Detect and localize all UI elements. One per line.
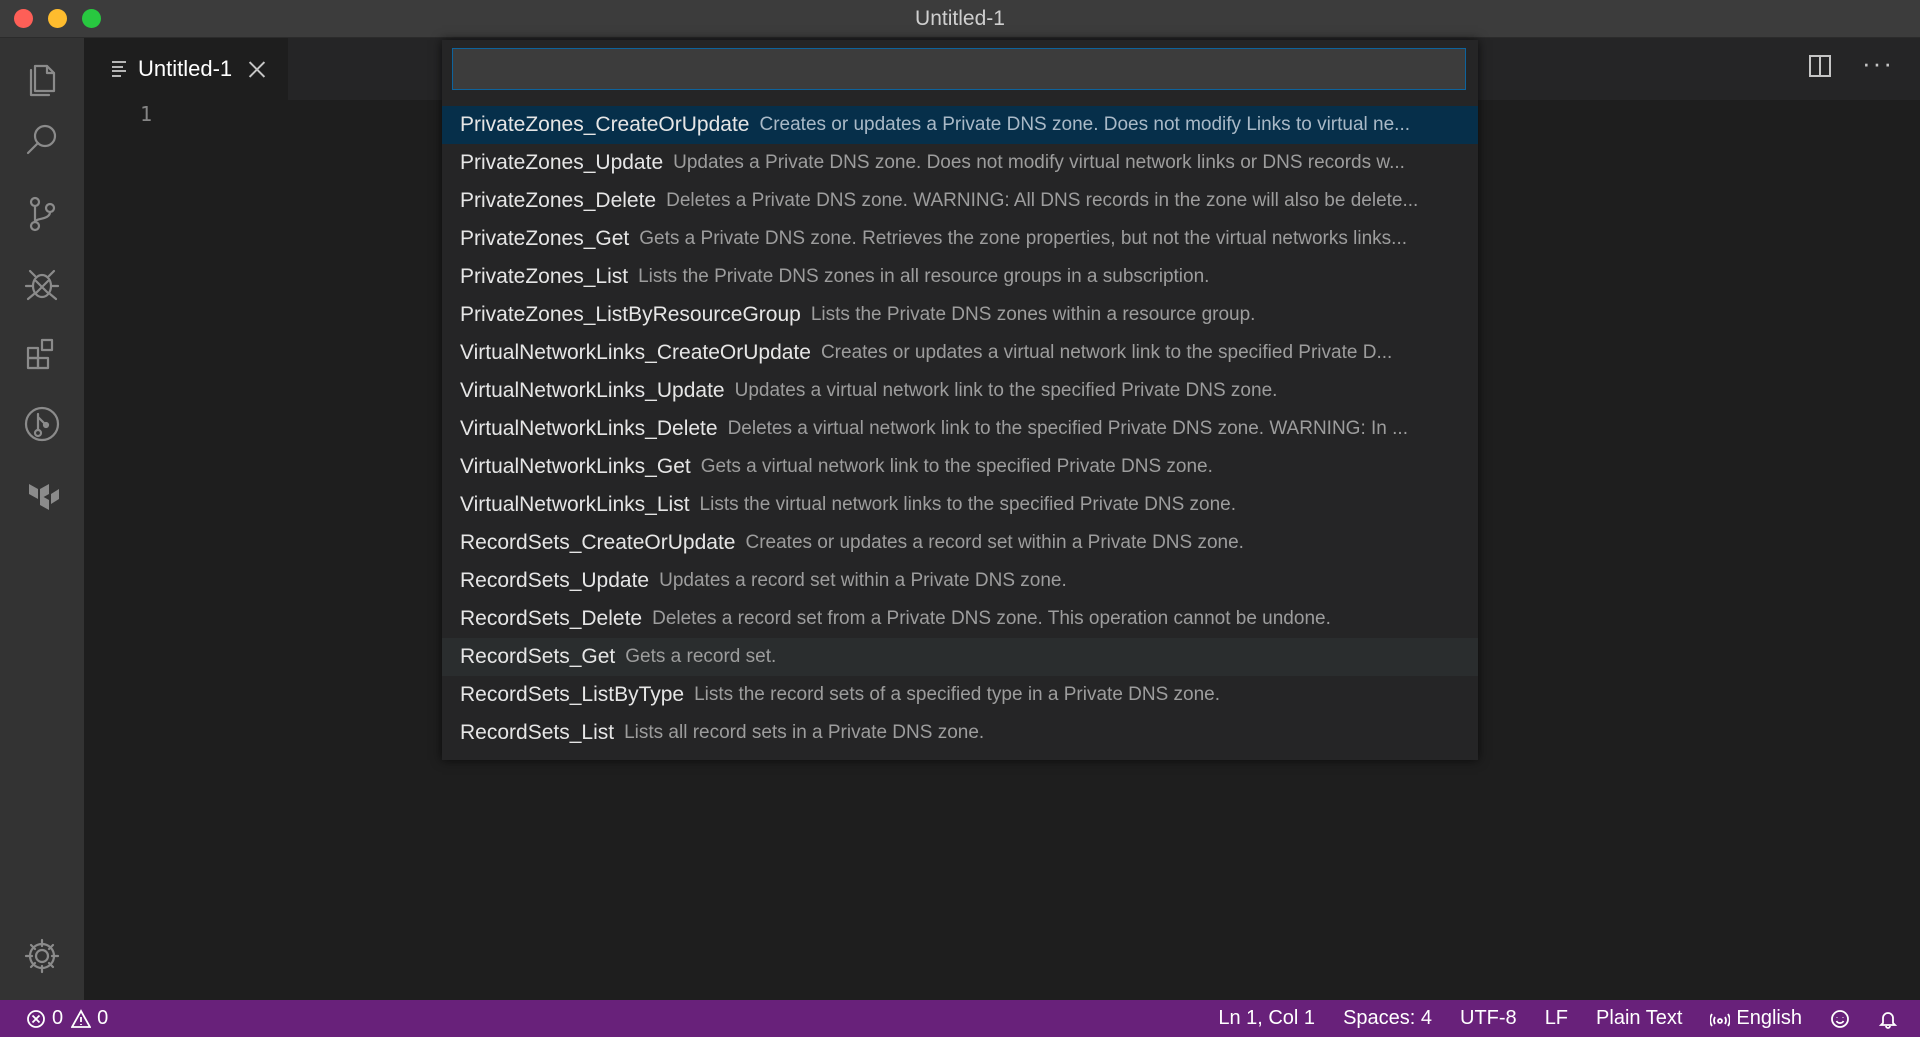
quick-pick-item-description: Lists all record sets in a Private DNS z… xyxy=(624,722,985,743)
warning-icon xyxy=(70,1008,92,1029)
quick-pick-item-name: PrivateZones_ListByResourceGroup xyxy=(460,303,801,326)
status-bar: 0 0 Ln 1, Col 1 Spaces: 4 UTF-8 LF Plain… xyxy=(0,1000,1920,1037)
quick-pick-item-description: Gets a Private DNS zone. Retrieves the z… xyxy=(639,228,1408,249)
quick-pick-item-description: Updates a virtual network link to the sp… xyxy=(734,380,1278,401)
timeline-icon[interactable] xyxy=(0,384,84,464)
quick-pick-item-description: Gets a record set. xyxy=(625,646,777,667)
quick-pick-item-description: Deletes a virtual network link to the sp… xyxy=(727,418,1408,439)
feedback-icon[interactable] xyxy=(1830,1009,1850,1029)
quick-pick-item[interactable]: VirtualNetworkLinks_Get Gets a virtual ne… xyxy=(442,448,1478,486)
activity-bar xyxy=(0,38,84,1000)
quick-pick-item[interactable]: PrivateZones_ListByResourceGroup Lists th… xyxy=(442,296,1478,334)
quick-pick-item[interactable]: RecordSets_List Lists all record sets in … xyxy=(442,714,1478,752)
quick-pick-item-description: Deletes a Private DNS zone. WARNING: All… xyxy=(666,190,1419,211)
error-icon xyxy=(26,1009,46,1029)
language-mode[interactable]: Plain Text xyxy=(1596,1007,1682,1030)
quick-pick-item[interactable]: RecordSets_CreateOrUpdate Creates or upda… xyxy=(442,524,1478,562)
quick-pick-item-name: RecordSets_List xyxy=(460,721,615,744)
terraform-icon[interactable] xyxy=(0,454,84,534)
quick-pick-item-name: VirtualNetworkLinks_CreateOrUpdate xyxy=(460,341,811,364)
quick-pick-item-name: RecordSets_Update xyxy=(460,569,650,592)
quick-pick-item[interactable]: RecordSets_ListByType Lists the record se… xyxy=(442,676,1478,714)
quick-pick-item-name: PrivateZones_List xyxy=(460,265,629,288)
quick-pick-item[interactable]: PrivateZones_CreateOrUpdate Creates or up… xyxy=(442,106,1478,144)
quick-pick-item-name: RecordSets_Get xyxy=(460,645,616,668)
encoding[interactable]: UTF-8 xyxy=(1460,1007,1517,1030)
quick-pick-item-description: Lists the virtual network links to the s… xyxy=(699,494,1237,515)
quick-pick-item-name: PrivateZones_Get xyxy=(460,227,630,250)
window-maximize-button[interactable] xyxy=(82,9,101,28)
window-title: Untitled-1 xyxy=(915,6,1005,30)
quick-pick-item[interactable]: VirtualNetworkLinks_CreateOrUpdate Create… xyxy=(442,334,1478,372)
title-bar: Untitled-1 xyxy=(0,0,1920,38)
gear-icon[interactable] xyxy=(0,916,84,996)
quick-pick-item-description: Lists the Private DNS zones in all resou… xyxy=(638,266,1210,287)
quick-pick-item-description: Deletes a record set from a Private DNS … xyxy=(652,608,1331,629)
quick-pick-item[interactable]: PrivateZones_Get Gets a Private DNS zone.… xyxy=(442,220,1478,258)
debug-icon[interactable] xyxy=(0,244,84,324)
spell-language-label: English xyxy=(1736,1007,1802,1029)
error-count: 0 xyxy=(52,1007,64,1029)
quick-pick-item-description: Updates a record set within a Private DN… xyxy=(659,570,1067,591)
bell-icon xyxy=(1878,1009,1898,1029)
text-file-icon xyxy=(112,61,128,77)
quick-pick-item-name: PrivateZones_Update xyxy=(460,151,664,174)
quick-pick-item-description: Updates a Private DNS zone. Does not mod… xyxy=(673,152,1405,173)
broadcast-icon xyxy=(1709,1009,1731,1029)
search-icon[interactable] xyxy=(0,100,84,180)
tab-untitled-1[interactable]: Untitled-1 xyxy=(84,38,288,100)
extensions-icon[interactable] xyxy=(0,314,84,394)
quick-pick-input[interactable] xyxy=(452,48,1466,90)
spell-language[interactable]: English xyxy=(1709,1007,1802,1030)
quick-pick-item-name: PrivateZones_CreateOrUpdate xyxy=(460,113,750,136)
quick-pick-item[interactable]: VirtualNetworkLinks_List Lists the virtua… xyxy=(442,486,1478,524)
quick-pick-item-description: Lists the Private DNS zones within a res… xyxy=(810,304,1256,325)
quick-pick-item-name: VirtualNetworkLinks_Get xyxy=(460,455,691,478)
warning-count: 0 xyxy=(97,1007,109,1029)
tab-label: Untitled-1 xyxy=(138,56,233,81)
quick-pick-item[interactable]: VirtualNetworkLinks_Delete Deletes a virt… xyxy=(442,410,1478,448)
split-editor-icon[interactable] xyxy=(1808,54,1832,78)
quick-pick-item[interactable]: PrivateZones_List Lists the Private DNS z… xyxy=(442,258,1478,296)
indentation[interactable]: Spaces: 4 xyxy=(1343,1007,1432,1030)
quick-pick-item-name: VirtualNetworkLinks_List xyxy=(460,493,690,516)
window-minimize-button[interactable] xyxy=(48,9,67,28)
line-number: 1 xyxy=(140,102,153,126)
quick-pick-item-description: Gets a virtual network link to the speci… xyxy=(700,456,1213,477)
problems-indicator[interactable]: 0 0 xyxy=(26,1007,108,1030)
smiley-icon xyxy=(1830,1009,1850,1029)
more-actions-icon[interactable]: ··· xyxy=(1862,50,1892,78)
quick-pick: PrivateZones_CreateOrUpdate Creates or up… xyxy=(442,40,1478,760)
end-of-line[interactable]: LF xyxy=(1545,1007,1568,1030)
quick-pick-item-name: VirtualNetworkLinks_Update xyxy=(460,379,725,402)
quick-pick-item-name: RecordSets_Delete xyxy=(460,607,643,630)
quick-pick-item-name: VirtualNetworkLinks_Delete xyxy=(460,417,718,440)
quick-pick-item[interactable]: PrivateZones_Update Updates a Private DNS… xyxy=(442,144,1478,182)
quick-pick-item-name: RecordSets_ListByType xyxy=(460,683,685,706)
quick-pick-item[interactable]: VirtualNetworkLinks_Update Updates a virt… xyxy=(442,372,1478,410)
cursor-position[interactable]: Ln 1, Col 1 xyxy=(1218,1007,1315,1030)
quick-pick-item-description: Creates or updates a virtual network lin… xyxy=(820,342,1393,363)
quick-pick-item[interactable]: PrivateZones_Delete Deletes a Private DNS… xyxy=(442,182,1478,220)
quick-pick-item[interactable]: RecordSets_Delete Deletes a record set fr… xyxy=(442,600,1478,638)
quick-pick-item[interactable]: RecordSets_Get Gets a record set. xyxy=(442,638,1478,676)
notifications-icon[interactable] xyxy=(1878,1009,1898,1029)
quick-pick-item-description: Creates or updates a Private DNS zone. D… xyxy=(759,114,1411,135)
quick-pick-item-name: PrivateZones_Delete xyxy=(460,189,657,212)
quick-pick-list: PrivateZones_CreateOrUpdate Creates or up… xyxy=(442,106,1478,752)
quick-pick-item-description: Lists the record sets of a specified typ… xyxy=(694,684,1221,705)
source-control-icon[interactable] xyxy=(0,174,84,254)
window-close-button[interactable] xyxy=(14,9,33,28)
close-icon[interactable] xyxy=(248,60,266,78)
quick-pick-item[interactable]: RecordSets_Update Updates a record set wi… xyxy=(442,562,1478,600)
quick-pick-item-description: Creates or updates a record set within a… xyxy=(745,532,1244,553)
quick-pick-item-name: RecordSets_CreateOrUpdate xyxy=(460,531,736,554)
